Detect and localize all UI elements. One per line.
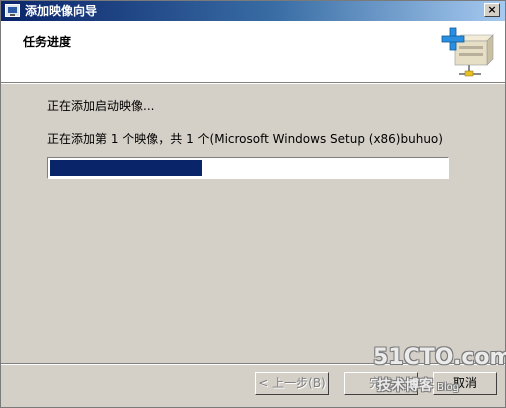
wizard-header: 任务进度: [1, 21, 505, 84]
cancel-button[interactable]: 取消: [433, 372, 497, 395]
finish-button[interactable]: 完成: [344, 372, 418, 395]
progress-fill: [50, 160, 203, 176]
status-line-starting: 正在添加启动映像...: [47, 99, 155, 113]
progress-bar: [47, 157, 449, 179]
wizard-window: 添加映像向导 × 任务进度 正在添加启动映像... 正在添加第 1 个映像，共 …: [0, 0, 506, 408]
app-icon: [5, 4, 20, 17]
page-title: 任务进度: [23, 35, 72, 49]
status-line-progress: 正在添加第 1 个映像，共 1 个(Microsoft Windows Setu…: [47, 132, 443, 146]
close-button[interactable]: ×: [484, 3, 500, 17]
footer-separator: [1, 363, 505, 365]
window-title: 添加映像向导: [25, 4, 98, 18]
server-add-icon: [441, 27, 494, 77]
watermark-logo: 51CTO.com: [373, 345, 506, 370]
back-button[interactable]: < 上一步(B): [255, 372, 329, 395]
title-bar[interactable]: 添加映像向导 ×: [1, 1, 505, 21]
close-icon: ×: [487, 3, 497, 16]
